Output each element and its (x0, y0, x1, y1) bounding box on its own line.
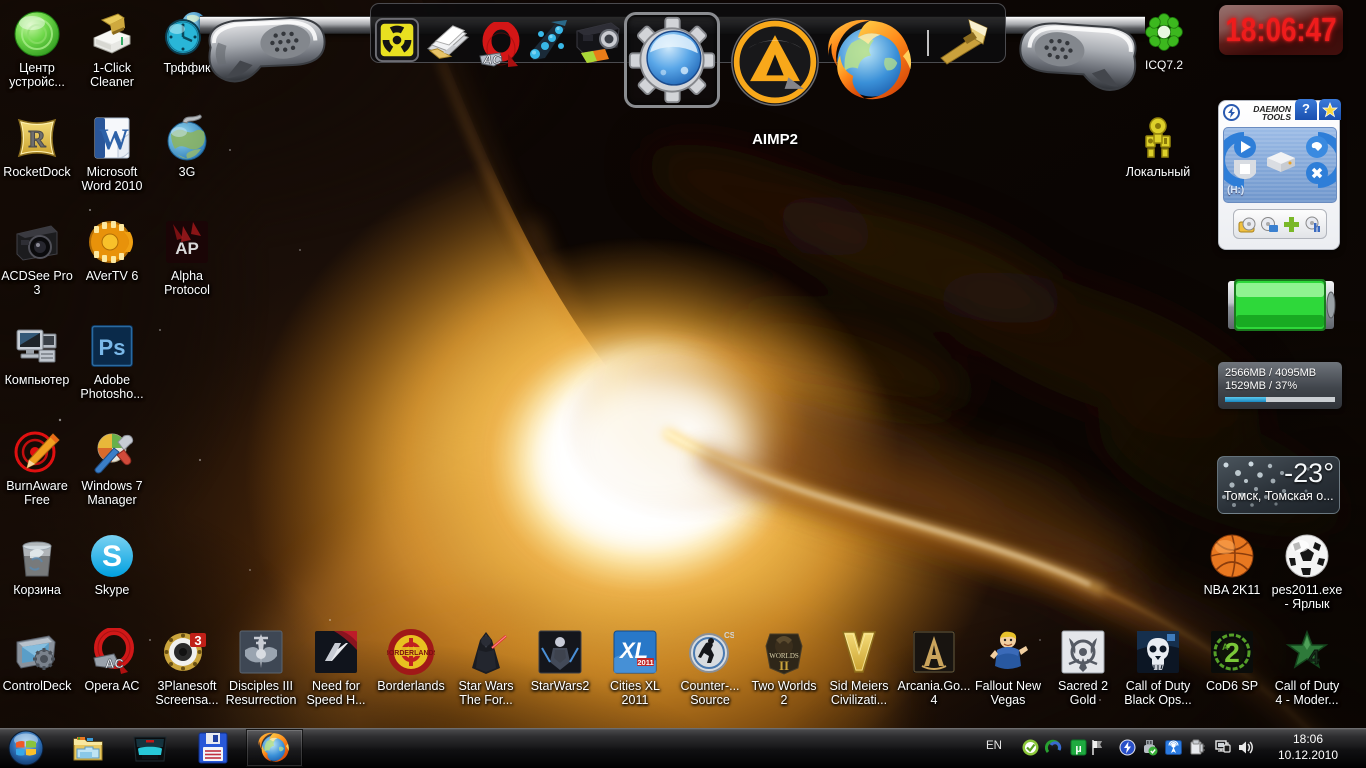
svg-text:µ: µ (1075, 743, 1081, 755)
